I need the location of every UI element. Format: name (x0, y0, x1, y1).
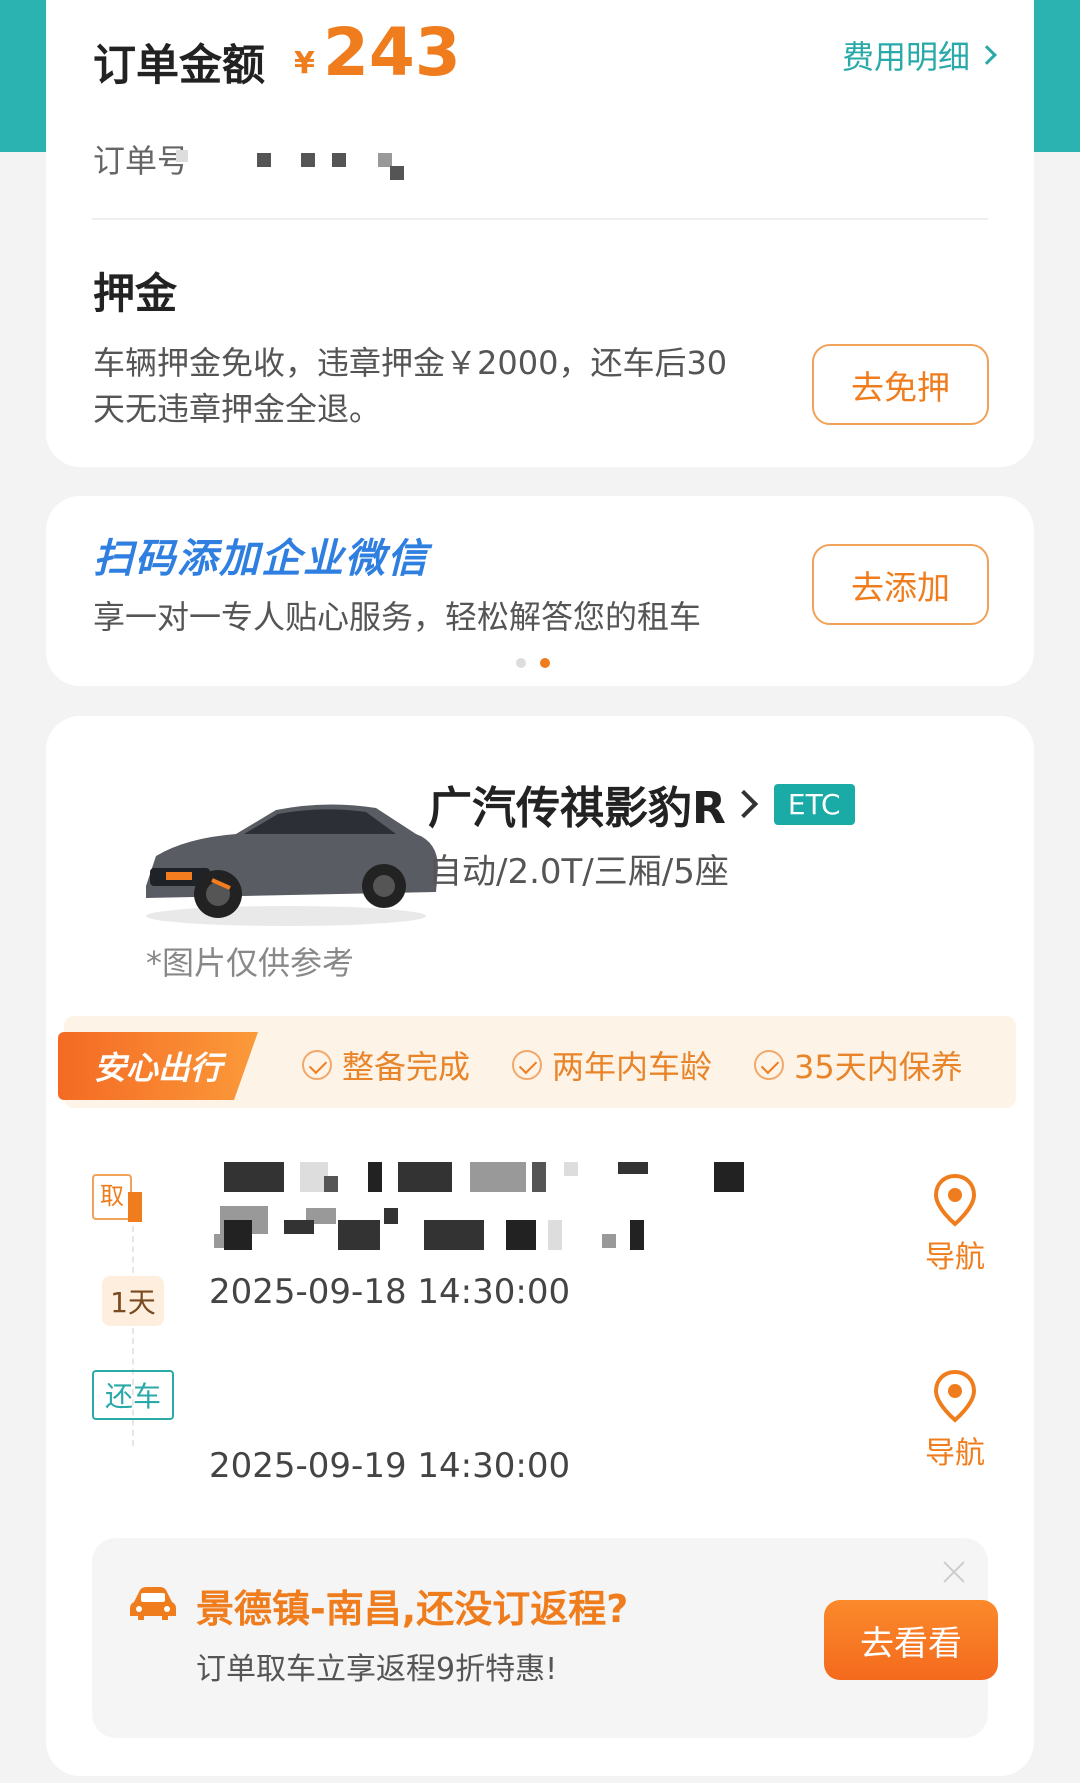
pickup-datetime: 2025-09-18 14:30:00 (209, 1272, 571, 1312)
add-wechat-button[interactable]: 去添加 (812, 544, 989, 625)
navigate-label: 导航 (925, 1436, 985, 1471)
return-navigate-button[interactable]: 导航 (920, 1368, 990, 1472)
currency-symbol: ¥ (294, 46, 315, 81)
return-datetime: 2025-09-19 14:30:00 (209, 1446, 571, 1486)
check-icon (754, 1050, 784, 1080)
pickup-tag: 取 (92, 1174, 132, 1220)
order-amount-label: 订单金额 (93, 41, 265, 91)
duration-badge: 1天 (102, 1276, 164, 1326)
promo-title: 景德镇-南昌,还没订返程? (196, 1587, 629, 1631)
close-icon[interactable] (940, 1558, 968, 1586)
safe-item-ready: 整备完成 (302, 1042, 470, 1088)
fee-detail-link[interactable]: 费用明细 (841, 32, 997, 78)
divider (92, 218, 988, 220)
promo-subtitle: 订单取车立享返程9折特惠! (196, 1652, 558, 1687)
check-icon (302, 1050, 332, 1080)
deposit-title: 押金 (93, 269, 178, 318)
deposit-description: 车辆押金免收，违章押金￥2000，还车后30天无违章押金全退。 (93, 344, 728, 428)
image-disclaimer: *图片仅供参考 (146, 944, 355, 982)
safe-item-maintenance: 35天内保养 (754, 1042, 963, 1088)
pickup-navigate-button[interactable]: 导航 (920, 1172, 990, 1276)
safe-item-age: 两年内车龄 (512, 1042, 712, 1088)
car-card: 广汽传祺影豹R ETC 自动/2.0T/三厢/5座 *图片仅供参考 安心出行 整… (46, 716, 1034, 1776)
chevron-right-icon (977, 45, 997, 65)
safe-item-label: 35天内保养 (794, 1048, 963, 1086)
wechat-banner[interactable]: 扫码添加企业微信 享一对一专人贴心服务，轻松解答您的租车 去添加 (46, 496, 1034, 686)
navigate-label: 导航 (925, 1240, 985, 1275)
carousel-dot-active[interactable] (540, 658, 550, 668)
return-trip-promo: 景德镇-南昌,还没订返程? 订单取车立享返程9折特惠! 去看看 (92, 1538, 998, 1738)
order-card: 订单金额 ¥ 243 费用明细 订单号 押金 车辆押金免收，违章押金￥2000，… (46, 0, 1034, 467)
fee-detail-label: 费用明细 (841, 38, 970, 76)
return-tag: 还车 (92, 1370, 174, 1420)
safe-item-label: 整备完成 (342, 1048, 471, 1086)
etc-badge: ETC (773, 783, 855, 825)
view-return-button[interactable]: 去看看 (824, 1600, 998, 1680)
car-spec: 自动/2.0T/三厢/5座 (428, 852, 729, 892)
car-name-link[interactable]: 广汽传祺影豹R ETC (428, 772, 855, 836)
chevron-right-icon (729, 789, 759, 819)
car-image (146, 804, 438, 926)
location-pin-icon (933, 1173, 977, 1227)
check-icon (512, 1050, 542, 1080)
safe-item-label: 两年内车龄 (552, 1048, 713, 1086)
pickup-marker (128, 1192, 142, 1222)
wechat-subtitle: 享一对一专人贴心服务，轻松解答您的租车 (93, 598, 702, 636)
waive-deposit-button[interactable]: 去免押 (812, 344, 989, 425)
location-pin-icon (933, 1369, 977, 1423)
wechat-title: 扫码添加企业微信 (93, 536, 429, 582)
order-amount: 243 (323, 14, 461, 91)
carousel-dot[interactable] (516, 658, 526, 668)
order-number-label: 订单号 (93, 142, 190, 180)
car-icon (130, 1587, 176, 1620)
car-name: 广汽传祺影豹R (428, 783, 726, 834)
safe-trip-tag: 安心出行 (58, 1032, 258, 1100)
